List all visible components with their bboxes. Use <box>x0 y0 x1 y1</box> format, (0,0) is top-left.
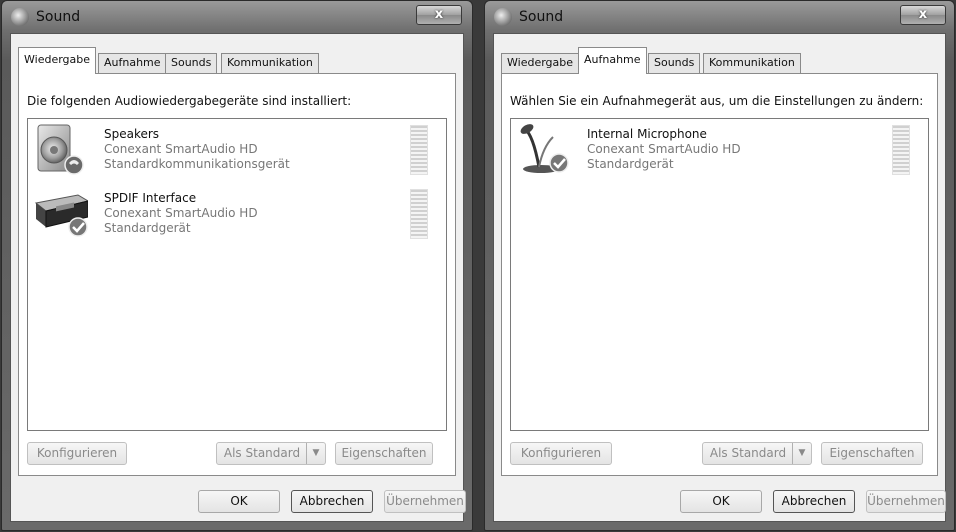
window-title: Sound <box>36 9 81 25</box>
tab-wiedergabe[interactable]: Wiedergabe <box>18 47 97 74</box>
device-driver: Conexant SmartAudio HD <box>587 142 741 156</box>
sound-app-icon <box>11 8 29 26</box>
dropdown-arrow-icon[interactable]: ▼ <box>792 443 811 464</box>
ok-button[interactable]: OK <box>198 490 280 513</box>
device-list[interactable]: Speakers Conexant SmartAudio HD Standard… <box>27 118 447 431</box>
tab-wiedergabe[interactable]: Wiedergabe <box>501 53 580 73</box>
check-badge-icon <box>68 217 88 237</box>
list-item-spdif[interactable]: SPDIF Interface Conexant SmartAudio HD S… <box>28 183 446 245</box>
spdif-receiver-icon <box>34 194 88 237</box>
device-driver: Conexant SmartAudio HD <box>104 142 258 156</box>
device-info: Speakers Conexant SmartAudio HD Standard… <box>104 127 290 172</box>
level-meter <box>410 125 428 175</box>
microphone-icon <box>520 124 569 173</box>
dialog-client-area: Wiedergabe Aufnahme Sounds Kommunikation… <box>10 33 466 522</box>
level-meter <box>892 125 910 175</box>
tab-sounds[interactable]: Sounds <box>648 53 701 73</box>
device-driver: Conexant SmartAudio HD <box>104 206 258 220</box>
phone-badge-icon <box>64 155 84 175</box>
device-name: SPDIF Interface <box>104 191 197 205</box>
sound-window-recording: Sound x Wiedergabe Aufnahme Sounds Kommu… <box>484 0 955 531</box>
tab-panel-playback: Die folgenden Audiowiedergabegeräte sind… <box>18 73 456 476</box>
sound-window-playback: Sound x Wiedergabe Aufnahme Sounds Kommu… <box>1 0 473 531</box>
speaker-icon <box>37 124 84 175</box>
dropdown-arrow-icon[interactable]: ▼ <box>306 443 325 464</box>
device-status: Standardkommunikationsgerät <box>104 157 290 171</box>
set-default-label: Als Standard <box>223 446 301 460</box>
device-name: Internal Microphone <box>587 127 707 141</box>
device-info: Internal Microphone Conexant SmartAudio … <box>587 127 741 172</box>
tab-aufnahme[interactable]: Aufnahme <box>578 47 647 74</box>
configure-button[interactable]: Konfigurieren <box>510 442 612 465</box>
cancel-button[interactable]: Abbrechen <box>773 490 855 513</box>
apply-button[interactable]: Übernehmen <box>866 490 946 513</box>
ok-button[interactable]: OK <box>680 490 762 513</box>
set-default-split-button[interactable]: Als Standard ▼ <box>702 442 812 465</box>
cancel-button[interactable]: Abbrechen <box>291 490 373 513</box>
title-bar[interactable]: Sound x <box>485 1 954 33</box>
instruction-text: Wählen Sie ein Aufnahmegerät aus, um die… <box>510 94 924 108</box>
properties-button[interactable]: Eigenschaften <box>335 442 433 465</box>
dialog-client-area: Wiedergabe Aufnahme Sounds Kommunikation… <box>493 33 946 522</box>
apply-button[interactable]: Übernehmen <box>384 490 466 513</box>
set-default-split-button[interactable]: Als Standard ▼ <box>216 442 326 465</box>
title-bar[interactable]: Sound x <box>2 1 472 33</box>
tab-kommunikation[interactable]: Kommunikation <box>221 53 319 73</box>
tab-sounds[interactable]: Sounds <box>165 53 218 73</box>
instruction-text: Die folgenden Audiowiedergabegeräte sind… <box>27 94 352 108</box>
close-button[interactable]: x <box>416 5 462 25</box>
device-status: Standardgerät <box>104 221 191 235</box>
list-item-speakers[interactable]: Speakers Conexant SmartAudio HD Standard… <box>28 119 446 181</box>
tab-aufnahme[interactable]: Aufnahme <box>98 53 167 73</box>
check-badge-icon <box>549 153 569 173</box>
configure-button[interactable]: Konfigurieren <box>27 442 127 465</box>
device-name: Speakers <box>104 127 160 141</box>
tab-panel-recording: Wählen Sie ein Aufnahmegerät aus, um die… <box>501 73 938 476</box>
sound-app-icon <box>494 8 512 26</box>
close-button[interactable]: x <box>900 5 946 25</box>
tab-kommunikation[interactable]: Kommunikation <box>703 53 801 73</box>
list-item-internal-microphone[interactable]: Internal Microphone Conexant SmartAudio … <box>511 119 928 181</box>
device-status: Standardgerät <box>587 157 674 171</box>
properties-button[interactable]: Eigenschaften <box>821 442 923 465</box>
device-info: SPDIF Interface Conexant SmartAudio HD S… <box>104 191 258 236</box>
level-meter <box>410 189 428 239</box>
window-title: Sound <box>519 9 564 25</box>
device-list[interactable]: Internal Microphone Conexant SmartAudio … <box>510 118 929 431</box>
set-default-label: Als Standard <box>709 446 787 460</box>
